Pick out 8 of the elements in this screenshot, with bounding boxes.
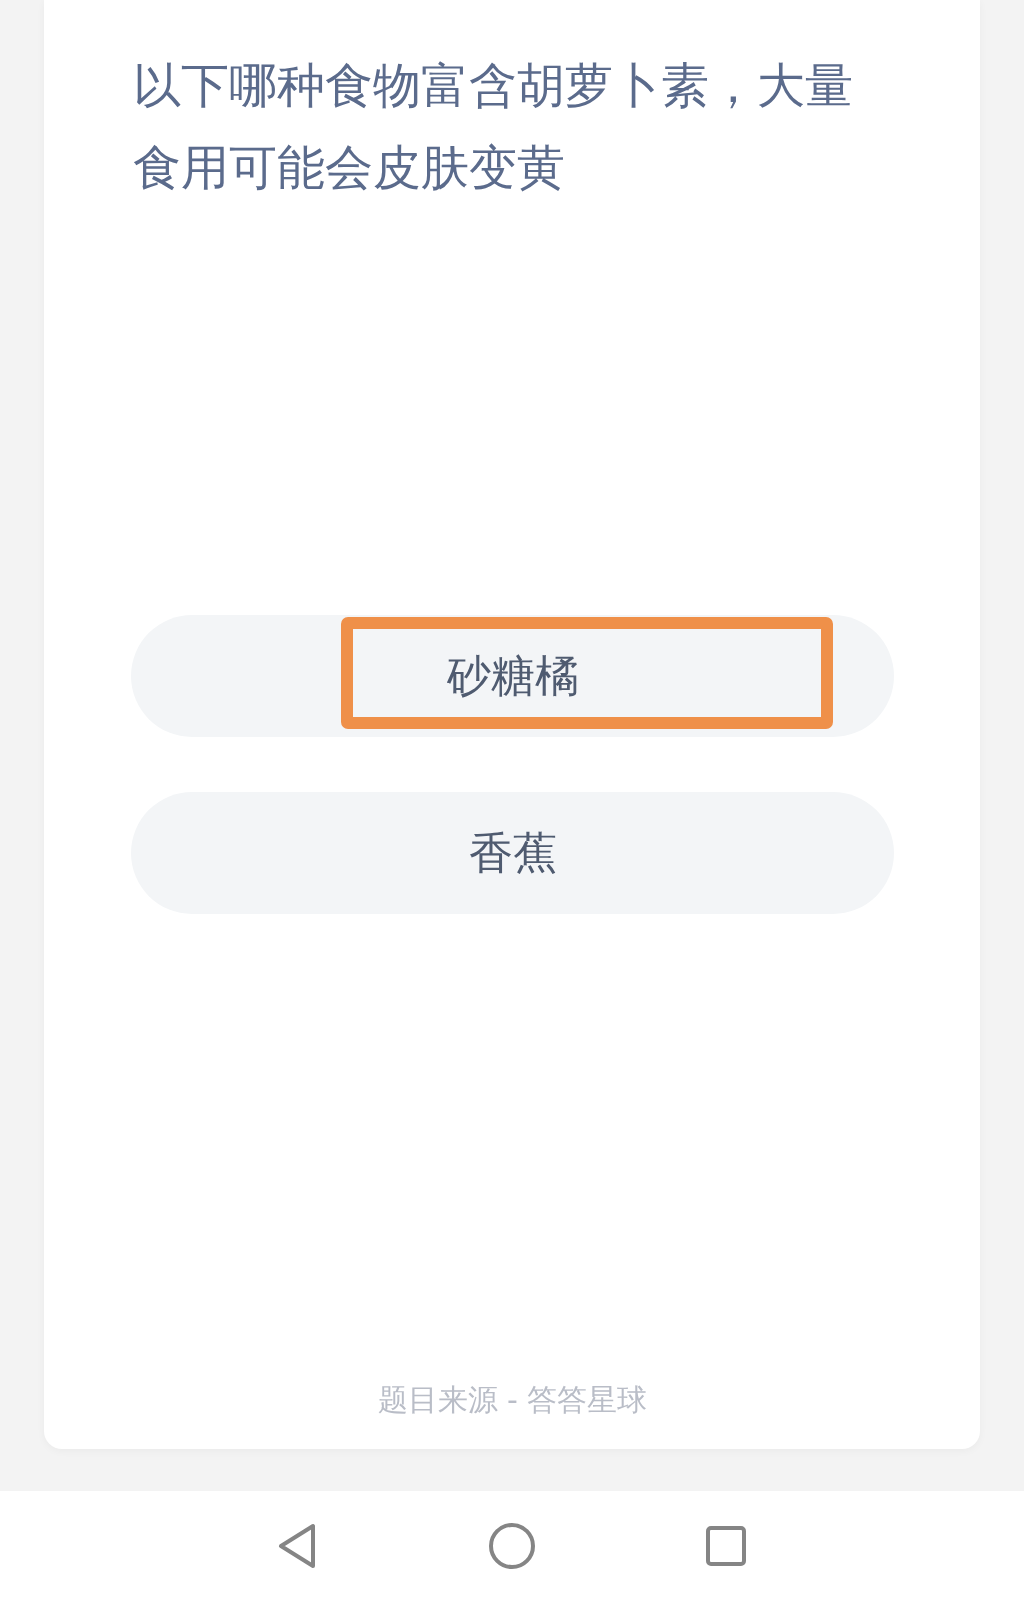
source-credit: 题目来源 - 答答星球 (376, 1381, 649, 1419)
back-icon (278, 1522, 318, 1569)
home-icon (489, 1522, 535, 1569)
answer-option[interactable]: 香蕉 (131, 792, 894, 914)
home-button[interactable] (489, 1522, 535, 1569)
recents-icon (706, 1525, 746, 1566)
question-text: 以下哪种食物富含胡萝卜素，大量食用可能会皮肤变黄 (133, 56, 854, 197)
answer-option[interactable]: 砂糖橘 (131, 615, 894, 737)
